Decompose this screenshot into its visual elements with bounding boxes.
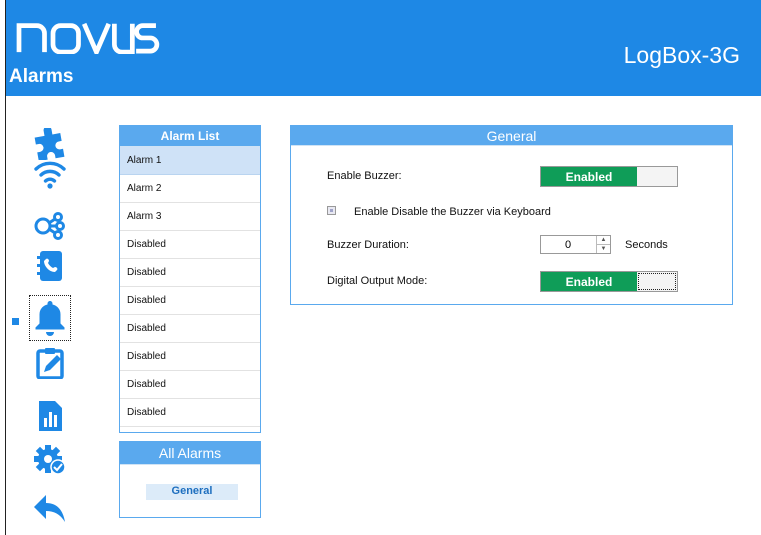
wifi-icon[interactable] (30, 158, 70, 190)
general-button-label: General (171, 485, 213, 497)
all-alarms-general-button[interactable]: General (146, 480, 238, 502)
novus-logo (16, 22, 160, 54)
keyboard-buzzer-label: Enable Disable the Buzzer via Keyboard (354, 206, 551, 218)
stepper-down-icon[interactable]: ▼ (597, 245, 610, 253)
digital-output-label: Digital Output Mode: (327, 275, 428, 287)
header-gap (6, 96, 761, 116)
back-arrow-icon[interactable] (30, 492, 70, 524)
alarm-list-item[interactable]: Alarm 2 (120, 175, 260, 203)
all-alarms-panel: All Alarms General (119, 441, 261, 518)
puzzle-icon[interactable] (30, 128, 70, 160)
edit-icon[interactable] (30, 347, 70, 379)
digital-output-toggle[interactable]: Enabled (540, 271, 678, 292)
gear-check-icon[interactable] (30, 444, 70, 476)
all-alarms-title: All Alarms (120, 442, 260, 465)
buzzer-duration-stepper[interactable]: ▲ ▼ (540, 235, 611, 254)
alarm-list-item[interactable]: Disabled (120, 315, 260, 343)
enable-buzzer-toggle[interactable]: Enabled (540, 166, 678, 187)
alarm-list-item[interactable]: Disabled (120, 343, 260, 371)
enable-buzzer-label: Enable Buzzer: (327, 170, 402, 182)
digital-output-state: Enabled (541, 272, 637, 291)
alarm-list-item[interactable]: Disabled (120, 399, 260, 427)
device-name: LogBox-3G (623, 42, 740, 68)
buzzer-duration-unit: Seconds (625, 239, 668, 251)
alarm-list-item[interactable]: Alarm 1 (120, 147, 260, 175)
active-nav-marker (12, 318, 19, 325)
network-icon[interactable] (30, 209, 70, 241)
alarm-list-item[interactable]: Disabled (120, 231, 260, 259)
enable-buzzer-state: Enabled (541, 167, 637, 186)
alarm-list-item[interactable]: Disabled (120, 371, 260, 399)
buzzer-duration-input[interactable] (541, 236, 595, 253)
page-title: Alarms (9, 66, 74, 87)
toggle-knob (637, 272, 677, 291)
keyboard-buzzer-checkbox[interactable] (327, 206, 336, 215)
alarm-list-panel: Alarm List Alarm 1 Alarm 2 Alarm 3 Disab… (119, 125, 261, 433)
bell-icon[interactable] (29, 295, 71, 341)
alarm-list-item[interactable]: Disabled (120, 259, 260, 287)
alarm-list-title: Alarm List (120, 126, 260, 147)
general-title: General (291, 126, 732, 146)
alarm-list-item[interactable]: Disabled (120, 287, 260, 315)
stepper-arrows: ▲ ▼ (596, 236, 610, 253)
toggle-knob (637, 167, 677, 186)
buzzer-duration-label: Buzzer Duration: (327, 239, 409, 251)
contacts-icon[interactable] (30, 250, 70, 282)
chart-icon[interactable] (30, 400, 70, 432)
general-settings-panel: General Enable Buzzer: Enabled Enable Di… (290, 125, 733, 305)
alarm-list-item[interactable]: Alarm 3 (120, 203, 260, 231)
stepper-up-icon[interactable]: ▲ (597, 236, 610, 245)
